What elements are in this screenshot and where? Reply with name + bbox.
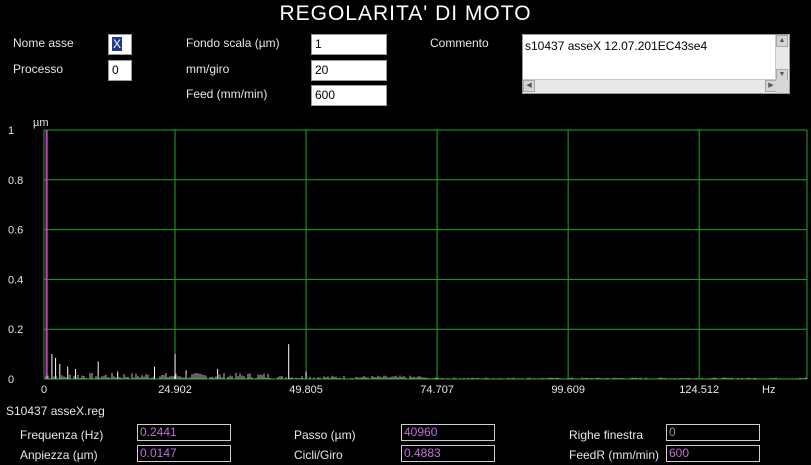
x-tick-labels: 0 24.902 49.805 74.707 99.609 124.512: [41, 384, 719, 396]
page-title: REGOLARITA' DI MOTO: [279, 2, 532, 25]
fondo-scala-label: Fondo scala (µm): [186, 36, 280, 50]
feed-input[interactable]: 600: [311, 85, 387, 106]
y-tick-labels: 0 0.2 0.4 0.6 0.8 1: [8, 125, 23, 386]
y-tick-label: 0.8: [8, 175, 23, 187]
spectrum-noise: [45, 372, 807, 379]
frequenza-value: 0.2441: [137, 424, 231, 441]
righe-label: Righe finestra: [569, 428, 644, 442]
passo-value: 40960: [401, 424, 495, 441]
y-tick-label: 1: [8, 125, 14, 137]
nome-asse-input[interactable]: X: [108, 34, 132, 55]
mm-giro-label: mm/giro: [186, 62, 230, 76]
cicli-label: Cicli/Giro: [294, 448, 343, 462]
passo-label: Passo (µm): [294, 428, 356, 442]
feedr-value: 600: [666, 445, 760, 462]
feed-label: Feed (mm/min): [186, 87, 268, 101]
x-tick-label: 124.512: [679, 384, 719, 396]
cicli-value: 0.4883: [401, 445, 495, 462]
x-tick-label: 74.707: [420, 384, 454, 396]
x-tick-label: 0: [41, 384, 47, 396]
scroll-left-icon[interactable]: ◀: [523, 80, 535, 92]
scrollbar-corner: [776, 80, 789, 93]
fondo-scala-input[interactable]: 1: [311, 34, 387, 55]
processo-input[interactable]: 0: [108, 60, 132, 81]
y-axis-label: µm: [33, 117, 49, 129]
commento-label: Commento: [430, 36, 489, 50]
nome-asse-label: Nome asse: [13, 36, 74, 50]
file-name: S10437 asseX.reg: [6, 404, 105, 418]
mm-giro-input[interactable]: 20: [311, 60, 387, 81]
ampiezza-label: Anpiezza (µm): [20, 448, 98, 462]
scroll-up-icon[interactable]: ▲: [776, 35, 788, 47]
righe-value: 0: [666, 424, 760, 441]
commento-value: s10437 asseX 12.07.201EC43se4: [525, 39, 708, 53]
y-tick-label: 0.2: [8, 324, 23, 336]
feedr-label: FeedR (mm/min): [569, 448, 660, 462]
x-tick-label: 99.609: [551, 384, 585, 396]
commento-textarea[interactable]: s10437 asseX 12.07.201EC43se4 ▲ ▼ ◀ ▶: [522, 34, 790, 94]
commento-vertical-scrollbar[interactable]: ▲ ▼: [775, 35, 789, 81]
x-tick-label: 49.805: [289, 384, 323, 396]
y-tick-label: 0.4: [8, 274, 23, 286]
spectrum-chart: 0 0.2 0.4 0.6 0.8 1 0 24.902 49.805 74.707 99.609…: [8, 117, 808, 396]
processo-label: Processo: [13, 62, 64, 76]
spectrum-peaks: [45, 130, 307, 379]
frequenza-label: Frequenza (Hz): [20, 428, 104, 442]
y-tick-label: 0: [8, 374, 14, 386]
x-axis-label: Hz: [762, 384, 775, 396]
chart-grid: [43, 129, 808, 380]
y-tick-label: 0.6: [8, 225, 23, 237]
commento-horizontal-scrollbar[interactable]: ◀ ▶: [523, 79, 777, 93]
x-tick-label: 24.902: [158, 384, 192, 396]
nome-asse-value: X: [112, 37, 123, 51]
ampiezza-value: 0.0147: [137, 445, 231, 462]
